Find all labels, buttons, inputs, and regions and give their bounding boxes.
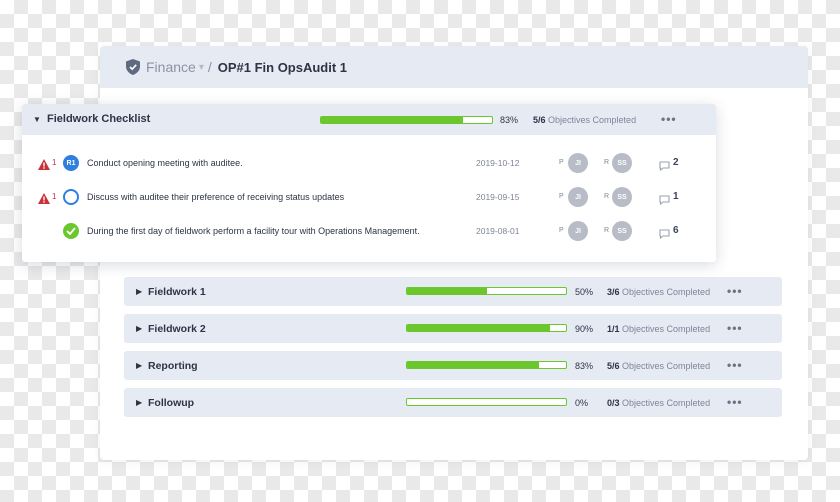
- task-row[interactable]: During the first day of fieldwork perfor…: [22, 214, 716, 248]
- objectives-label: Objectives Completed: [622, 361, 711, 371]
- status-badge[interactable]: R1: [63, 155, 79, 171]
- objectives-label: Objectives Completed: [622, 287, 711, 297]
- task-row[interactable]: 1 R1 Conduct opening meeting with audite…: [22, 146, 716, 180]
- objectives-label: Objectives Completed: [548, 115, 637, 125]
- progress-bar: [406, 398, 567, 406]
- objectives-completed: 0/3 Objectives Completed: [607, 398, 710, 408]
- caret-right-icon[interactable]: ▶: [136, 361, 142, 370]
- progress-fill: [407, 325, 551, 331]
- preparer-avatar[interactable]: JI: [568, 187, 588, 207]
- preparer-role-label: P: [559, 193, 564, 200]
- objectives-completed: 3/6 Objectives Completed: [607, 287, 710, 297]
- reviewer-avatar[interactable]: SS: [612, 187, 632, 207]
- section-fieldwork-1[interactable]: ▶ Fieldwork 1 50% 3/6 Objectives Complet…: [124, 277, 782, 306]
- progress-percent: 50%: [575, 287, 594, 297]
- progress-fill: [407, 288, 487, 294]
- section-fieldwork-2[interactable]: ▶ Fieldwork 2 90% 1/1 Objectives Complet…: [124, 314, 782, 343]
- progress-percent: 90%: [575, 324, 594, 334]
- fieldwork-checklist-panel: ▼ Fieldwork Checklist 83% 5/6 Objectives…: [22, 104, 716, 262]
- more-options-icon[interactable]: •••: [727, 284, 743, 298]
- reviewer-role-label: R: [604, 227, 610, 234]
- section-reporting[interactable]: ▶ Reporting 83% 5/6 Objectives Completed…: [124, 351, 782, 380]
- caret-right-icon[interactable]: ▶: [136, 287, 142, 296]
- shield-icon: [126, 59, 140, 75]
- comment-count: 2: [673, 157, 679, 168]
- window-header: Finance ▾ / OP#1 Fin OpsAudit 1: [100, 46, 808, 88]
- more-options-icon[interactable]: •••: [727, 395, 743, 409]
- objectives-completed: 1/1 Objectives Completed: [607, 324, 710, 334]
- progress-percent: 0%: [575, 398, 589, 408]
- progress-bar: [406, 287, 567, 295]
- comment-count: 1: [673, 191, 679, 202]
- task-text[interactable]: Discuss with auditee their preference of…: [87, 192, 344, 202]
- comment-icon[interactable]: [659, 158, 670, 172]
- warning-icon: [38, 157, 50, 170]
- progress-bar: [320, 116, 493, 124]
- progress-fill: [407, 362, 539, 368]
- task-text[interactable]: Conduct opening meeting with auditee.: [87, 158, 243, 168]
- section-title: Fieldwork 1: [148, 286, 206, 298]
- caret-right-icon[interactable]: ▶: [136, 398, 142, 407]
- objectives-label: Objectives Completed: [622, 324, 711, 334]
- reviewer-role-label: R: [604, 193, 610, 200]
- task-date: 2019-09-15: [476, 192, 520, 202]
- reviewer-role-label: R: [604, 159, 610, 166]
- progress-fill: [321, 117, 463, 123]
- objectives-count: 5/6: [607, 361, 620, 371]
- reviewer-avatar[interactable]: SS: [612, 221, 632, 241]
- warning-count: 1: [52, 192, 57, 201]
- task-row[interactable]: 1 Discuss with auditee their preference …: [22, 180, 716, 214]
- objectives-completed: 5/6 Objectives Completed: [533, 115, 636, 125]
- status-complete-icon[interactable]: [63, 223, 79, 239]
- preparer-avatar[interactable]: JI: [568, 221, 588, 241]
- task-date: 2019-08-01: [476, 226, 520, 236]
- page-title: OP#1 Fin OpsAudit 1: [217, 59, 348, 75]
- chevron-down-icon[interactable]: ▾: [199, 62, 204, 73]
- warning-count: 1: [52, 158, 57, 167]
- objectives-count: 5/6: [533, 115, 546, 125]
- preparer-role-label: P: [559, 159, 564, 166]
- comment-icon[interactable]: [659, 226, 670, 240]
- more-options-icon[interactable]: •••: [727, 358, 743, 372]
- checklist-title: Fieldwork Checklist: [47, 113, 151, 125]
- section-title: Reporting: [148, 360, 198, 372]
- status-open-icon[interactable]: [63, 189, 79, 205]
- objectives-completed: 5/6 Objectives Completed: [607, 361, 710, 371]
- comment-count: 6: [673, 225, 679, 236]
- task-date: 2019-10-12: [476, 158, 520, 168]
- objectives-count: 3/6: [607, 287, 620, 297]
- breadcrumb-finance[interactable]: Finance: [146, 59, 196, 75]
- progress-percent: 83%: [575, 361, 594, 371]
- task-text[interactable]: During the first day of fieldwork perfor…: [87, 226, 420, 236]
- reviewer-avatar[interactable]: SS: [612, 153, 632, 173]
- progress-bar: [406, 361, 567, 369]
- preparer-role-label: P: [559, 227, 564, 234]
- warning-icon: [38, 191, 50, 204]
- progress-bar: [406, 324, 567, 332]
- section-title: Fieldwork 2: [148, 323, 206, 335]
- more-options-icon[interactable]: •••: [661, 112, 677, 126]
- more-options-icon[interactable]: •••: [727, 321, 743, 335]
- section-followup[interactable]: ▶ Followup 0% 0/3 Objectives Completed •…: [124, 388, 782, 417]
- comment-icon[interactable]: [659, 192, 670, 206]
- objectives-count: 0/3: [607, 398, 620, 408]
- caret-right-icon[interactable]: ▶: [136, 324, 142, 333]
- preparer-avatar[interactable]: JI: [568, 153, 588, 173]
- caret-down-icon[interactable]: ▼: [33, 115, 41, 124]
- section-title: Followup: [148, 397, 195, 409]
- checklist-header[interactable]: ▼ Fieldwork Checklist 83% 5/6 Objectives…: [22, 104, 716, 135]
- progress-percent: 83%: [500, 115, 519, 125]
- breadcrumb-separator: /: [207, 59, 212, 75]
- objectives-count: 1/1: [607, 324, 620, 334]
- objectives-label: Objectives Completed: [622, 398, 711, 408]
